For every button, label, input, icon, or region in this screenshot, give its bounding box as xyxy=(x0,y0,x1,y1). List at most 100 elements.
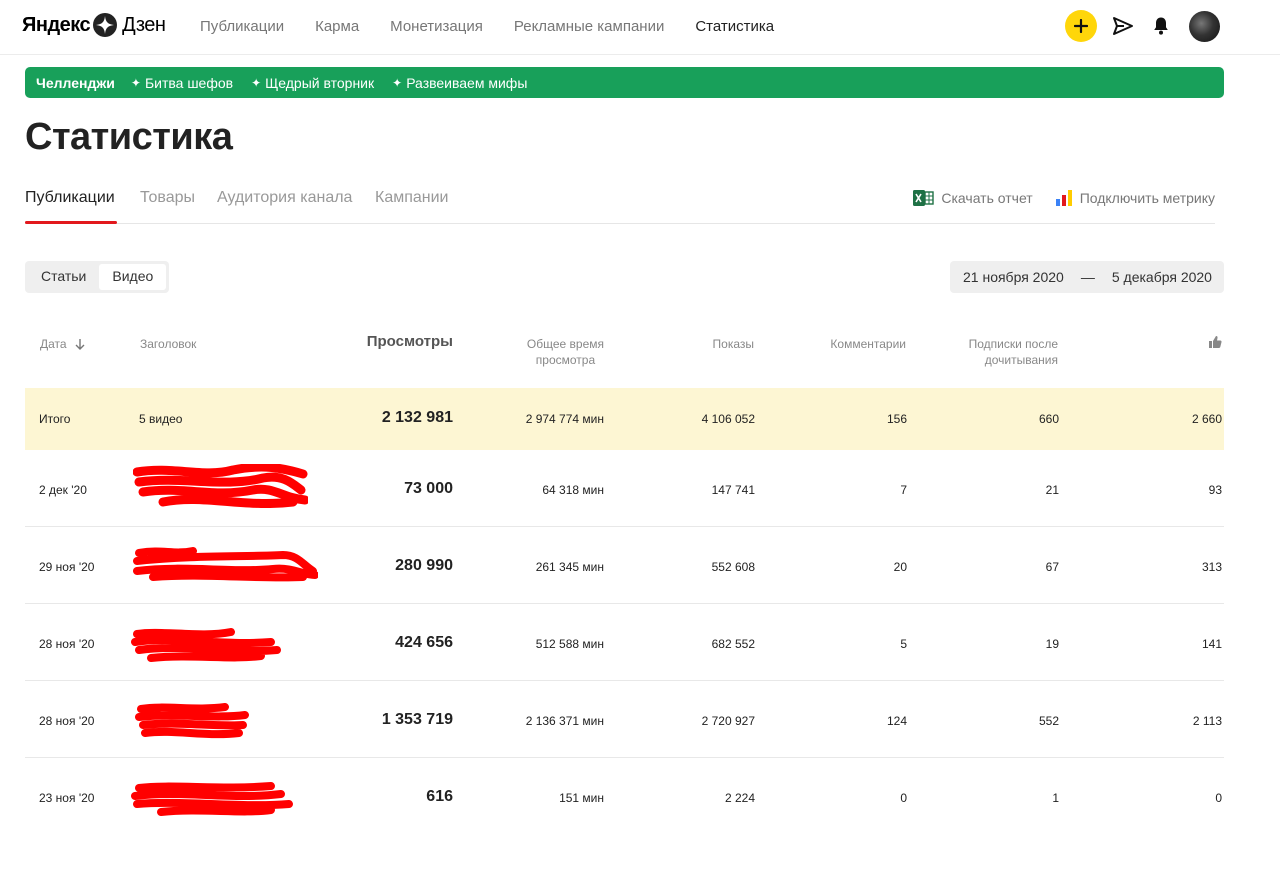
tab-publications[interactable]: Публикации xyxy=(25,189,115,207)
nav-ad-campaigns[interactable]: Рекламные кампании xyxy=(514,18,664,35)
download-report-button[interactable]: Скачать отчет xyxy=(912,189,1033,207)
header-watch-time[interactable]: Общее время просмотра xyxy=(527,336,604,368)
cell-date: 2 дек '20 xyxy=(39,483,87,497)
segment-articles[interactable]: Статьи xyxy=(28,264,99,290)
cell-comments: 156 xyxy=(886,412,907,426)
excel-icon xyxy=(912,189,935,207)
cell-date: 28 ноя '20 xyxy=(39,714,95,728)
thumbs-up-icon xyxy=(1209,336,1222,348)
header-watch-time-1: Общее время xyxy=(526,337,604,351)
table-row[interactable]: 2 дек '20 73 000 64 318 мин 147 741 7 21… xyxy=(25,450,1224,527)
send-icon xyxy=(1113,17,1133,35)
header-views[interactable]: Просмотры xyxy=(367,334,453,350)
challenge-myths[interactable]: ✦ Развеиваем мифы xyxy=(392,75,527,91)
redaction-scribble xyxy=(135,703,249,739)
segment-video[interactable]: Видео xyxy=(99,264,167,290)
header-subscriptions[interactable]: Подписки после дочитывания xyxy=(969,336,1058,368)
table-row[interactable]: 29 ноя '20 280 990 261 345 мин 552 608 2… xyxy=(25,527,1224,604)
sort-down-icon xyxy=(75,339,85,350)
challenges-banner: Челленджи ✦ Битва шефов ✦ Щедрый вторник ✦… xyxy=(25,67,1224,98)
challenge-chefs[interactable]: ✦ Битва шефов xyxy=(131,75,233,91)
cell-views: 616 xyxy=(426,788,453,805)
tab-products[interactable]: Товары xyxy=(140,189,195,207)
challenges-title[interactable]: Челленджи xyxy=(36,75,115,91)
cell-subscriptions: 552 xyxy=(1038,714,1059,728)
messages-button[interactable] xyxy=(1109,12,1137,40)
avatar[interactable] xyxy=(1189,10,1220,42)
cell-date: 23 ноя '20 xyxy=(39,791,95,805)
sparkle-icon: ✦ xyxy=(130,75,141,90)
cell-comments: 124 xyxy=(886,714,907,728)
cell-views: 424 656 xyxy=(395,634,453,651)
header-impressions[interactable]: Показы xyxy=(713,336,754,352)
table-row[interactable]: 28 ноя '20 424 656 512 588 мин 682 552 5… xyxy=(25,604,1224,681)
header-title[interactable]: Заголовок xyxy=(140,336,196,352)
challenge-label: Развеиваем мифы xyxy=(406,74,528,91)
header-date[interactable]: Дата xyxy=(40,336,85,352)
redaction-scribble xyxy=(133,547,318,582)
cell-subscriptions: 19 xyxy=(1045,637,1059,651)
tab-audience[interactable]: Аудитория канала xyxy=(217,189,352,207)
tab-actions: Скачать отчет Подключить метрику xyxy=(890,189,1215,207)
cell-likes: 2 660 xyxy=(1191,412,1222,426)
table-row[interactable]: 28 ноя '20 1 353 719 2 136 371 мин 2 720… xyxy=(25,681,1224,758)
header-subs-1: Подписки после xyxy=(968,337,1058,351)
date-from: 21 ноября 2020 xyxy=(963,269,1064,285)
logo-brand: Яндекс xyxy=(22,13,91,36)
bell-icon xyxy=(1154,17,1168,35)
cell-watch-time: 2 974 774 мин xyxy=(525,412,604,426)
cell-subscriptions: 67 xyxy=(1045,560,1059,574)
header-actions xyxy=(1065,10,1220,42)
cell-impressions: 682 552 xyxy=(711,637,755,651)
cell-likes: 313 xyxy=(1201,560,1222,574)
cell-comments: 0 xyxy=(900,791,907,805)
notifications-button[interactable] xyxy=(1147,12,1175,40)
challenge-label: Щедрый вторник xyxy=(265,74,375,91)
cell-title: 5 видео xyxy=(139,412,183,426)
sparkle-icon: ✦ xyxy=(251,75,262,90)
redaction-scribble xyxy=(133,464,308,508)
cell-views: 1 353 719 xyxy=(381,711,453,728)
header-likes[interactable] xyxy=(1208,335,1222,353)
nav-karma[interactable]: Карма xyxy=(315,18,359,35)
date-range-picker[interactable]: 21 ноября 2020 — 5 декабря 2020 xyxy=(950,261,1224,293)
create-button[interactable] xyxy=(1065,10,1097,42)
cell-impressions: 2 720 927 xyxy=(701,714,755,728)
challenge-tuesday[interactable]: ✦ Щедрый вторник xyxy=(251,75,374,91)
cell-comments: 7 xyxy=(900,483,907,497)
cell-date: 29 ноя '20 xyxy=(39,560,95,574)
date-to: 5 декабря 2020 xyxy=(1111,269,1212,285)
cell-comments: 5 xyxy=(900,637,907,651)
cell-impressions: 147 741 xyxy=(711,483,755,497)
logo-product: Дзен xyxy=(122,13,166,36)
table-row[interactable]: 23 ноя '20 616 151 мин 2 224 0 1 0 xyxy=(25,758,1224,835)
cell-impressions: 2 224 xyxy=(724,791,755,805)
cell-likes: 2 113 xyxy=(1192,714,1222,728)
cell-watch-time: 2 136 371 мин xyxy=(525,714,604,728)
tab-campaigns[interactable]: Кампании xyxy=(375,189,449,207)
cell-views: 280 990 xyxy=(395,557,453,574)
nav-monetization[interactable]: Монетизация xyxy=(390,18,483,35)
header-comments[interactable]: Комментарии xyxy=(830,336,906,352)
logo[interactable]: Яндекс Дзен xyxy=(22,13,166,37)
nav-publications[interactable]: Публикации xyxy=(200,18,284,35)
cell-subscriptions: 660 xyxy=(1038,412,1059,426)
dzen-logo-icon xyxy=(93,13,118,37)
cell-watch-time: 64 318 мин xyxy=(542,483,604,497)
cell-date: Итого xyxy=(39,412,71,426)
top-header: Яндекс Дзен Публикации Карма Монетизация… xyxy=(0,0,1280,55)
cell-subscriptions: 21 xyxy=(1045,483,1059,497)
metrika-icon xyxy=(1055,189,1073,207)
nav-statistics[interactable]: Статистика xyxy=(695,18,774,35)
stats-tabs: Публикации Товары Аудитория канала Кампа… xyxy=(25,189,1215,224)
connect-metrika-label: Подключить метрику xyxy=(1079,190,1215,206)
active-tab-indicator xyxy=(25,221,117,224)
main-nav: Публикации Карма Монетизация Рекламные к… xyxy=(200,18,805,35)
challenge-label: Битва шефов xyxy=(144,74,234,91)
cell-subscriptions: 1 xyxy=(1052,791,1059,805)
cell-likes: 93 xyxy=(1208,483,1222,497)
header-subs-2: дочитывания xyxy=(984,353,1058,367)
date-separator: — xyxy=(1080,269,1095,285)
cell-views: 2 132 981 xyxy=(381,409,453,426)
connect-metrika-button[interactable]: Подключить метрику xyxy=(1055,189,1215,207)
